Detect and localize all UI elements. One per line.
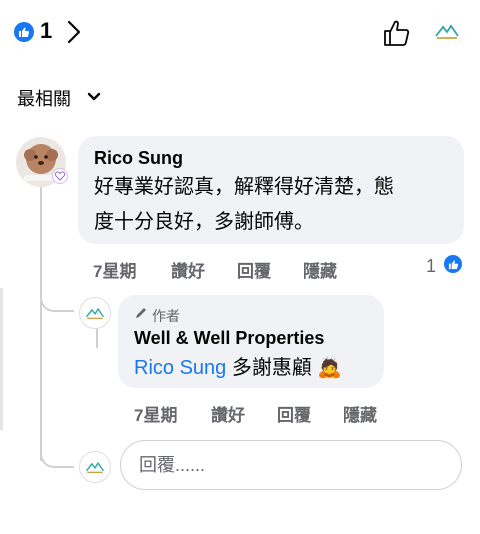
pencil-icon — [134, 306, 148, 320]
page-edge-divider — [0, 288, 3, 430]
reaction-count[interactable]: 1 — [40, 18, 52, 44]
like-action-button[interactable]: 讚好 — [171, 257, 205, 282]
comment-like-count[interactable]: 1 — [426, 256, 436, 277]
comment-timestamp[interactable]: 7星期 — [93, 257, 136, 282]
chevron-right-icon[interactable] — [66, 20, 82, 44]
hide-action-button[interactable]: 隱藏 — [303, 257, 337, 282]
like-action-button[interactable]: 讚好 — [211, 401, 245, 426]
reply-input[interactable] — [137, 441, 441, 489]
reply-author-name[interactable]: Well & Well Properties — [134, 328, 324, 349]
reply-text: Rico Sung 多謝惠顧 🙇 — [134, 350, 342, 386]
comment-text-line: 度十分良好，多謝師傅。 — [94, 211, 314, 233]
brand-logo-icon[interactable] — [434, 22, 460, 40]
comment-author-name[interactable]: Rico Sung — [94, 148, 183, 169]
thread-branch-line — [40, 288, 74, 312]
thread-line — [40, 186, 42, 461]
heart-badge-icon — [52, 168, 68, 184]
reply-thread-line — [96, 328, 98, 348]
bowing-emoji: 🙇 — [317, 357, 343, 379]
reply-timestamp[interactable]: 7星期 — [134, 401, 177, 426]
mention-link[interactable]: Rico Sung — [134, 357, 226, 379]
reply-composer[interactable] — [120, 440, 462, 490]
chevron-down-icon[interactable] — [87, 90, 101, 102]
like-reaction-icon[interactable] — [14, 22, 34, 42]
avatar-well-well[interactable] — [79, 297, 111, 329]
reply-text-body: 多謝惠顧 — [226, 357, 312, 379]
comment-text-line: 好專業好認真，解釋得好清楚，態 — [94, 176, 394, 198]
hide-action-button[interactable]: 隱藏 — [343, 401, 377, 426]
reply-action-button[interactable]: 回覆 — [237, 257, 271, 282]
avatar-current-user[interactable] — [79, 451, 111, 483]
thread-branch-line — [40, 444, 74, 468]
like-button-icon[interactable] — [382, 18, 412, 48]
reply-action-button[interactable]: 回覆 — [277, 401, 311, 426]
sort-dropdown-label[interactable]: 最相關 — [17, 85, 71, 111]
author-badge: 作者 — [152, 308, 180, 324]
like-reaction-icon[interactable] — [442, 253, 464, 275]
